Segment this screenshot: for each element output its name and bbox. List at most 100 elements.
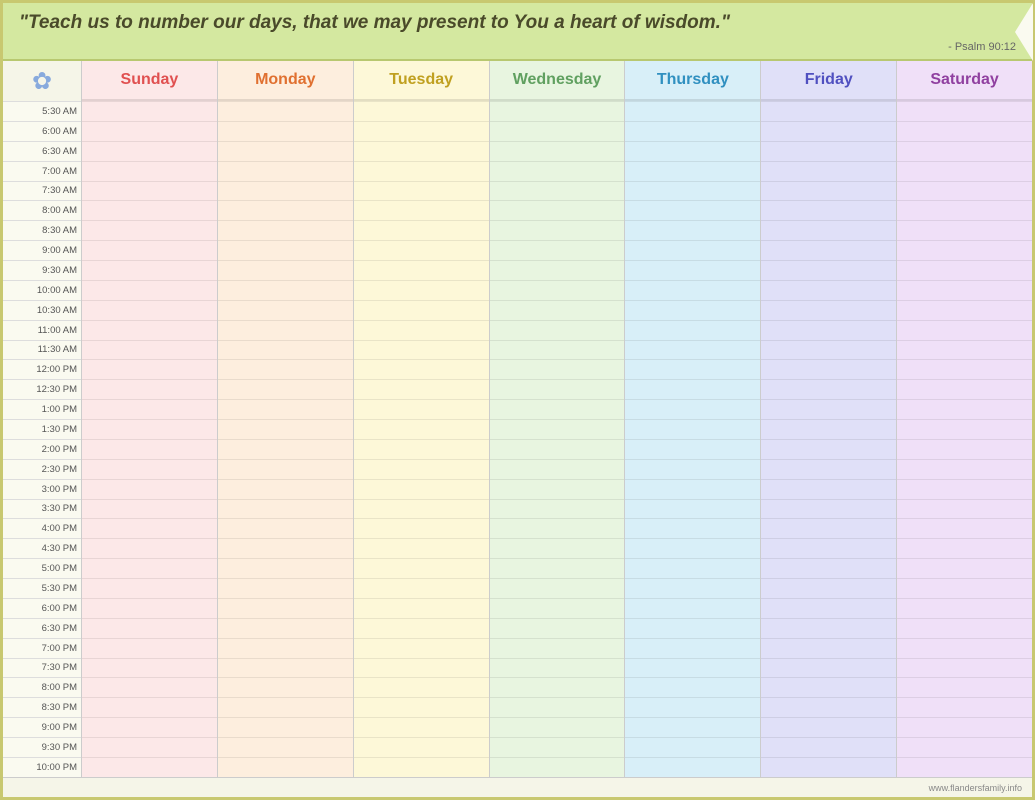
day-cell[interactable] (354, 240, 489, 260)
day-cell[interactable] (897, 518, 1032, 538)
day-cell[interactable] (625, 121, 760, 141)
day-cell[interactable] (897, 260, 1032, 280)
day-cell[interactable] (625, 260, 760, 280)
day-cell[interactable] (490, 260, 625, 280)
day-cell[interactable] (354, 320, 489, 340)
day-cell[interactable] (761, 757, 896, 777)
day-cell[interactable] (625, 101, 760, 121)
day-cell[interactable] (490, 618, 625, 638)
day-cell[interactable] (761, 479, 896, 499)
day-cell[interactable] (625, 578, 760, 598)
day-cell[interactable] (82, 558, 217, 578)
day-cell[interactable] (218, 359, 353, 379)
day-cell[interactable] (218, 379, 353, 399)
day-cell[interactable] (354, 141, 489, 161)
day-cell[interactable] (761, 459, 896, 479)
day-cell[interactable] (625, 141, 760, 161)
day-cell[interactable] (490, 161, 625, 181)
day-cell[interactable] (354, 260, 489, 280)
day-cell[interactable] (490, 518, 625, 538)
day-cell[interactable] (897, 558, 1032, 578)
day-cell[interactable] (82, 181, 217, 201)
day-cell[interactable] (490, 677, 625, 697)
day-cell[interactable] (218, 320, 353, 340)
day-cell[interactable] (490, 598, 625, 618)
day-cell[interactable] (761, 300, 896, 320)
day-cell[interactable] (218, 181, 353, 201)
day-cell[interactable] (761, 638, 896, 658)
day-cell[interactable] (490, 578, 625, 598)
day-cell[interactable] (490, 459, 625, 479)
day-cell[interactable] (897, 598, 1032, 618)
day-cell[interactable] (82, 717, 217, 737)
day-cell[interactable] (218, 578, 353, 598)
day-cell[interactable] (761, 101, 896, 121)
day-cell[interactable] (218, 598, 353, 618)
day-cell[interactable] (82, 200, 217, 220)
day-cell[interactable] (82, 419, 217, 439)
day-cell[interactable] (625, 419, 760, 439)
day-cell[interactable] (218, 737, 353, 757)
day-cell[interactable] (82, 618, 217, 638)
day-cell[interactable] (354, 359, 489, 379)
day-cell[interactable] (82, 538, 217, 558)
day-cell[interactable] (82, 677, 217, 697)
day-cell[interactable] (625, 220, 760, 240)
day-cell[interactable] (218, 518, 353, 538)
day-cell[interactable] (490, 240, 625, 260)
day-cell[interactable] (490, 101, 625, 121)
day-cell[interactable] (218, 697, 353, 717)
day-cell[interactable] (354, 280, 489, 300)
day-cell[interactable] (218, 141, 353, 161)
day-cell[interactable] (625, 320, 760, 340)
day-cell[interactable] (625, 737, 760, 757)
day-cell[interactable] (82, 320, 217, 340)
day-cell[interactable] (218, 677, 353, 697)
day-cell[interactable] (761, 220, 896, 240)
day-cell[interactable] (897, 340, 1032, 360)
day-cell[interactable] (490, 121, 625, 141)
day-cell[interactable] (897, 538, 1032, 558)
day-cell[interactable] (897, 578, 1032, 598)
day-cell[interactable] (354, 101, 489, 121)
day-cell[interactable] (82, 121, 217, 141)
day-cell[interactable] (761, 618, 896, 638)
day-cell[interactable] (761, 499, 896, 519)
day-cell[interactable] (218, 340, 353, 360)
day-cell[interactable] (761, 340, 896, 360)
day-cell[interactable] (625, 499, 760, 519)
day-cell[interactable] (218, 220, 353, 240)
day-cell[interactable] (354, 200, 489, 220)
day-cell[interactable] (218, 479, 353, 499)
day-cell[interactable] (218, 121, 353, 141)
day-cell[interactable] (354, 697, 489, 717)
day-cell[interactable] (82, 141, 217, 161)
day-cell[interactable] (761, 677, 896, 697)
day-cell[interactable] (218, 658, 353, 678)
day-cell[interactable] (354, 479, 489, 499)
day-cell[interactable] (490, 340, 625, 360)
day-cell[interactable] (490, 181, 625, 201)
day-cell[interactable] (354, 658, 489, 678)
day-cell[interactable] (897, 280, 1032, 300)
day-cell[interactable] (625, 658, 760, 678)
day-cell[interactable] (354, 757, 489, 777)
day-cell[interactable] (897, 419, 1032, 439)
day-cell[interactable] (625, 618, 760, 638)
day-cell[interactable] (82, 260, 217, 280)
day-cell[interactable] (218, 558, 353, 578)
day-cell[interactable] (490, 200, 625, 220)
day-cell[interactable] (82, 578, 217, 598)
day-cell[interactable] (897, 121, 1032, 141)
day-cell[interactable] (218, 300, 353, 320)
day-cell[interactable] (625, 240, 760, 260)
day-cell[interactable] (82, 459, 217, 479)
day-cell[interactable] (82, 379, 217, 399)
day-cell[interactable] (761, 280, 896, 300)
day-cell[interactable] (354, 499, 489, 519)
day-cell[interactable] (82, 300, 217, 320)
day-cell[interactable] (761, 737, 896, 757)
day-cell[interactable] (354, 121, 489, 141)
day-cell[interactable] (490, 300, 625, 320)
day-cell[interactable] (897, 757, 1032, 777)
